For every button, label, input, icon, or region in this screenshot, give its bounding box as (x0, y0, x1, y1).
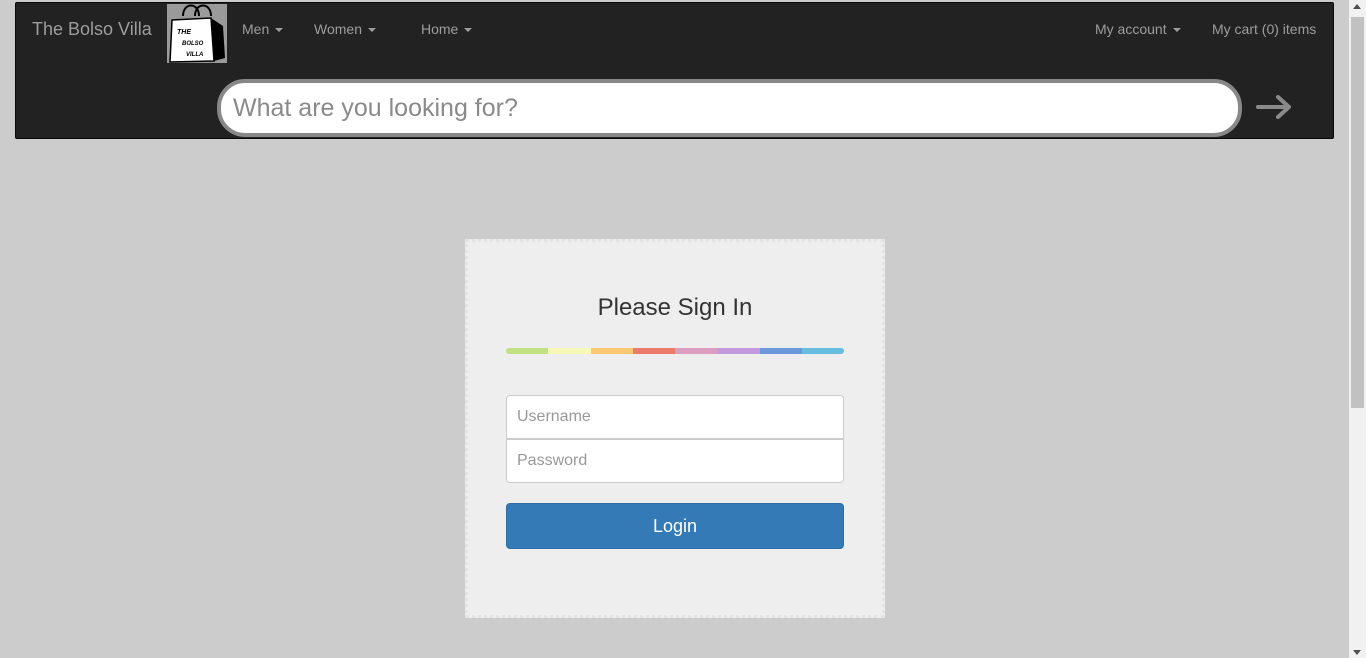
login-title: Please Sign In (597, 294, 753, 321)
caret-down-icon (1172, 28, 1181, 33)
caret-down-icon (464, 28, 473, 33)
stripe-segment-4 (675, 348, 718, 354)
vertical-scrollbar[interactable] (1349, 0, 1366, 658)
men-menu[interactable]: Men (242, 21, 284, 37)
login-panel: Please Sign In Login (465, 239, 885, 618)
shopping-bag-icon: THE BOLSO VILLA (169, 4, 225, 63)
stripe-segment-6 (759, 348, 802, 354)
login-button[interactable]: Login (506, 503, 844, 549)
search-input[interactable] (217, 79, 1242, 137)
svg-text:BOLSO: BOLSO (182, 41, 204, 47)
search-submit-arrow-icon[interactable] (1256, 94, 1294, 120)
cart-link[interactable]: My cart (0) items (1212, 21, 1316, 37)
stripe-segment-0 (506, 348, 549, 354)
stripe-segment-7 (801, 348, 844, 354)
home-menu-label: Home (421, 21, 459, 37)
account-menu-label: My account (1095, 21, 1167, 37)
password-field[interactable] (506, 439, 844, 483)
scroll-up-arrow-icon[interactable] (1353, 4, 1361, 9)
brand-logo[interactable]: THE BOLSO VILLA (167, 4, 227, 63)
stripe-segment-2 (590, 348, 633, 354)
brand-link[interactable]: The Bolso Villa (32, 19, 152, 40)
scrollbar-thumb[interactable] (1351, 17, 1364, 408)
caret-down-icon (367, 28, 376, 33)
svg-text:VILLA: VILLA (186, 52, 203, 58)
women-menu-label: Women (314, 21, 362, 37)
svg-text:THE: THE (177, 29, 191, 36)
cart-label: My cart (0) items (1212, 21, 1317, 37)
color-stripe-divider (506, 348, 844, 354)
account-menu[interactable]: My account (1095, 21, 1181, 37)
caret-down-icon (275, 28, 284, 33)
stripe-segment-5 (717, 348, 760, 354)
top-navbar: The Bolso Villa THE BOLSO VILLA Men Wome… (15, 2, 1334, 139)
men-menu-label: Men (242, 21, 270, 37)
stripe-segment-3 (632, 348, 675, 354)
username-field[interactable] (506, 395, 844, 439)
stripe-segment-1 (548, 348, 591, 354)
scroll-down-arrow-icon[interactable] (1353, 650, 1361, 655)
home-menu[interactable]: Home (421, 21, 473, 37)
women-menu[interactable]: Women (314, 21, 376, 37)
